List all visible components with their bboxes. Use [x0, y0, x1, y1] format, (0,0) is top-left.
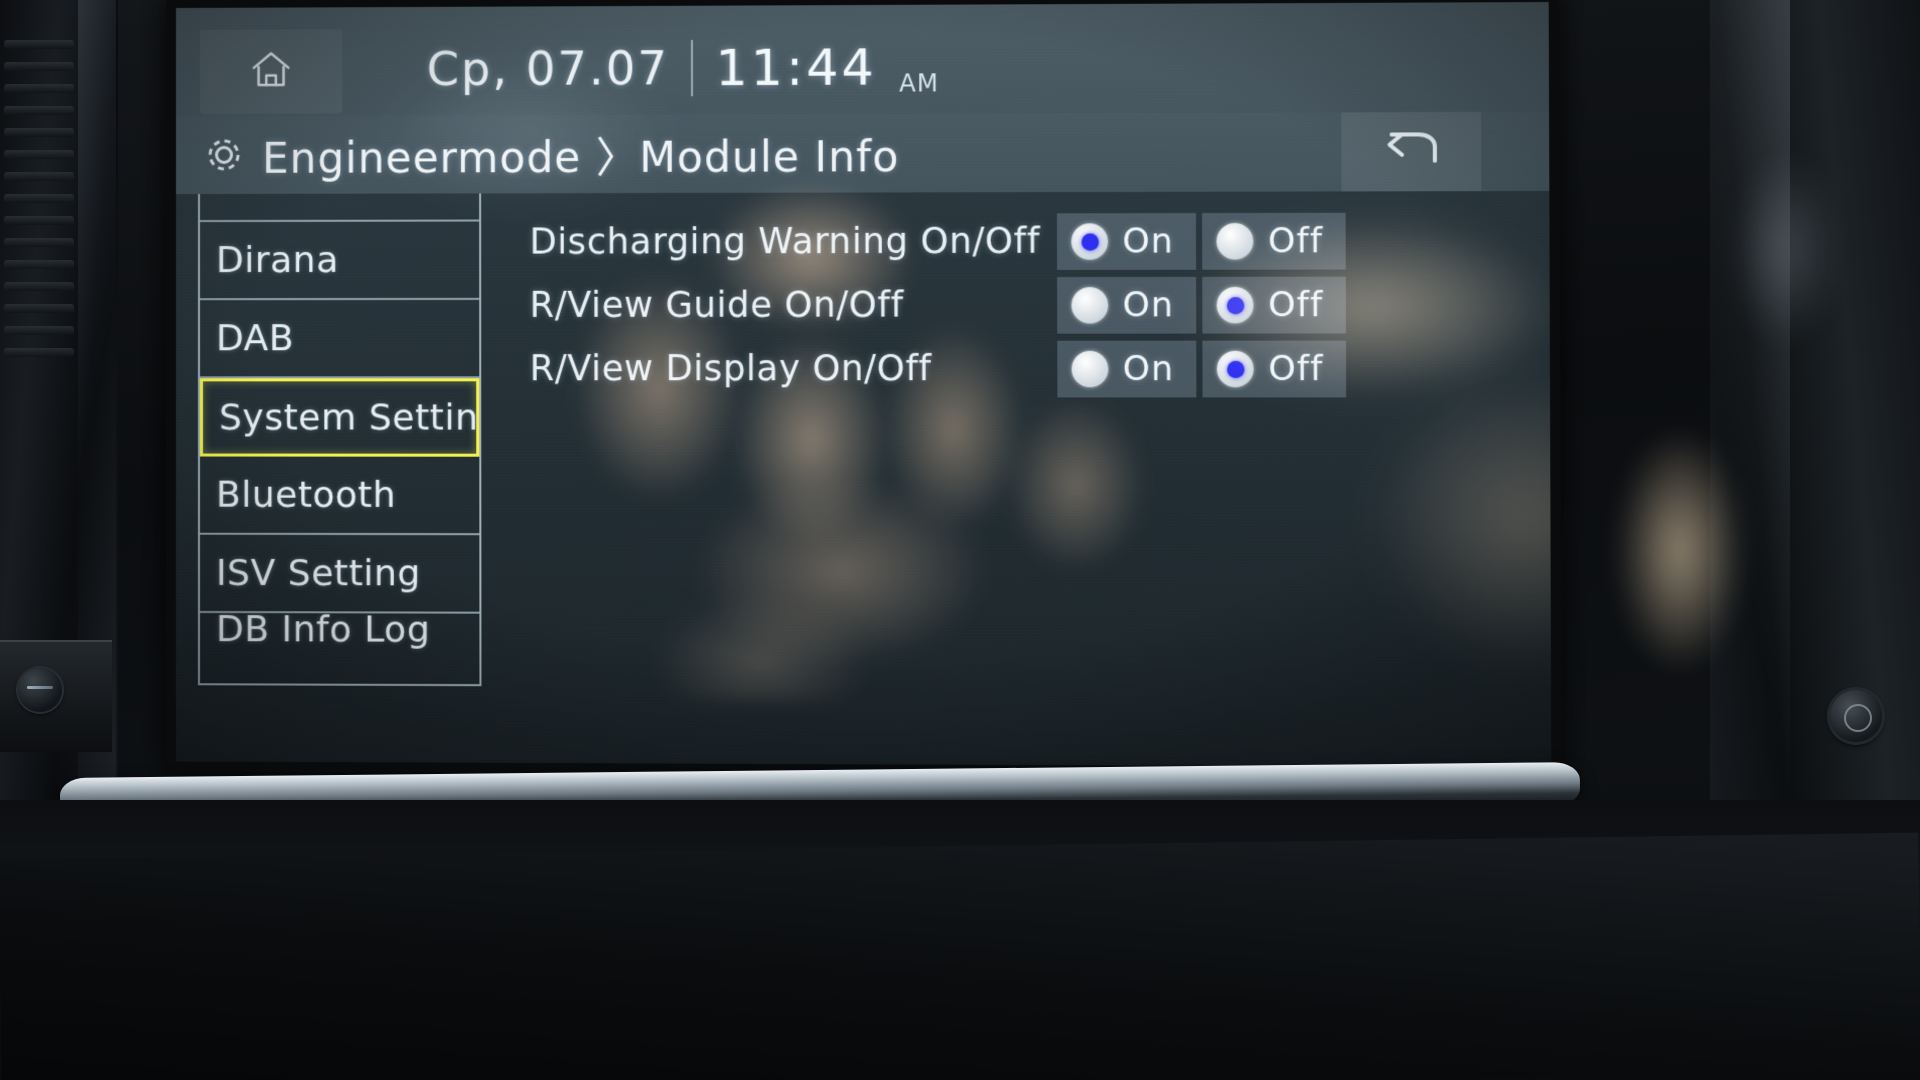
- radio-option-label: On: [1122, 285, 1174, 326]
- setting-row: R/View Guide On/Off On Off: [530, 273, 1536, 337]
- setting-options: On Off: [1057, 213, 1346, 270]
- sidebar-item-isv-setting[interactable]: ISV Setting: [200, 535, 479, 614]
- sidebar-item-dab[interactable]: DAB: [200, 300, 479, 378]
- status-ampm: AM: [899, 69, 939, 97]
- radio-option-off[interactable]: Off: [1202, 213, 1345, 270]
- settings-list[interactable]: Discharging Warning On/Off On Off R/View Gu…: [530, 209, 1536, 401]
- back-button[interactable]: [1341, 112, 1481, 192]
- sidebar-item-label: Bluetooth: [216, 474, 396, 515]
- setting-options: On Off: [1057, 277, 1346, 334]
- sidebar-item-label: ISV Setting: [216, 552, 421, 594]
- bezel-light-reflection: [1590, 380, 1770, 720]
- sidebar-item-label: Dirana: [216, 239, 339, 280]
- breadcrumb: Engineermode 〉Module Info: [262, 122, 899, 185]
- lower-dashboard-shadow: [0, 833, 1920, 1080]
- setting-label: R/View Display On/Off: [530, 349, 1058, 390]
- radio-option-on[interactable]: On: [1057, 341, 1196, 398]
- sidebar-item-label: System Setting: [219, 397, 481, 438]
- home-icon: [248, 47, 294, 97]
- dashboard-round-button[interactable]: [1830, 690, 1882, 742]
- setting-options: On Off: [1057, 341, 1346, 398]
- setting-row: Discharging Warning On/Off On Off: [530, 209, 1536, 273]
- radio-option-label: On: [1122, 221, 1174, 262]
- radio-selected-icon[interactable]: [1217, 351, 1254, 388]
- radio-option-label: Off: [1268, 285, 1323, 326]
- radio-option-label: Off: [1268, 349, 1323, 390]
- status-time: 11:44: [715, 38, 876, 97]
- radio-option-label: On: [1123, 349, 1175, 390]
- left-air-vent: [0, 0, 118, 900]
- radio-option-off[interactable]: Off: [1203, 341, 1346, 398]
- radio-selected-icon[interactable]: [1217, 287, 1254, 324]
- status-date: Ср, 07.07: [427, 41, 669, 96]
- setting-label: R/View Guide On/Off: [530, 285, 1058, 326]
- clock-separator: [691, 40, 693, 96]
- setting-row: R/View Display On/Off On Off: [530, 337, 1536, 400]
- radio-unselected-icon[interactable]: [1071, 287, 1108, 323]
- setting-label: Discharging Warning On/Off: [530, 221, 1058, 262]
- sidebar-item-label: DB Info Log: [216, 609, 430, 651]
- status-bar: Ср, 07.07 11:44 AM: [176, 2, 1549, 116]
- radio-unselected-icon[interactable]: [1072, 351, 1109, 387]
- head-unit-touchscreen[interactable]: Ср, 07.07 11:44 AM Engineermode 〉Module …: [176, 2, 1551, 767]
- radio-option-on[interactable]: On: [1057, 213, 1196, 270]
- gear-icon: [200, 131, 248, 179]
- home-button[interactable]: [200, 29, 342, 114]
- vent-control-dial[interactable]: [18, 668, 62, 712]
- content-area: Dirana DAB System Setting Bluetooth ISV Sett…: [176, 191, 1551, 767]
- sidebar-item-label: DAB: [216, 318, 294, 359]
- module-list[interactable]: Dirana DAB System Setting Bluetooth ISV Sett…: [198, 193, 481, 686]
- sidebar-item-partial[interactable]: [200, 193, 479, 222]
- radio-option-off[interactable]: Off: [1203, 277, 1346, 334]
- sidebar-item-bluetooth[interactable]: Bluetooth: [200, 457, 479, 536]
- radio-unselected-icon[interactable]: [1217, 223, 1254, 260]
- photo-of-car-head-unit: Ср, 07.07 11:44 AM Engineermode 〉Module …: [0, 0, 1920, 1080]
- radio-option-on[interactable]: On: [1057, 277, 1196, 334]
- radio-option-label: Off: [1268, 221, 1323, 262]
- screen-surface: Ср, 07.07 11:44 AM Engineermode 〉Module …: [176, 2, 1551, 767]
- sidebar-item-system-setting[interactable]: System Setting: [200, 378, 479, 456]
- clock: Ср, 07.07 11:44 AM: [427, 23, 939, 113]
- bezel-light-reflection-secondary: [1710, 120, 1860, 380]
- back-arrow-icon: [1379, 126, 1443, 177]
- sidebar-item-db-info-log[interactable]: DB Info Log: [200, 613, 479, 660]
- sidebar-item-dirana[interactable]: Dirana: [200, 222, 479, 301]
- title-bar: Engineermode 〉Module Info: [176, 112, 1549, 194]
- radio-selected-icon[interactable]: [1071, 223, 1108, 259]
